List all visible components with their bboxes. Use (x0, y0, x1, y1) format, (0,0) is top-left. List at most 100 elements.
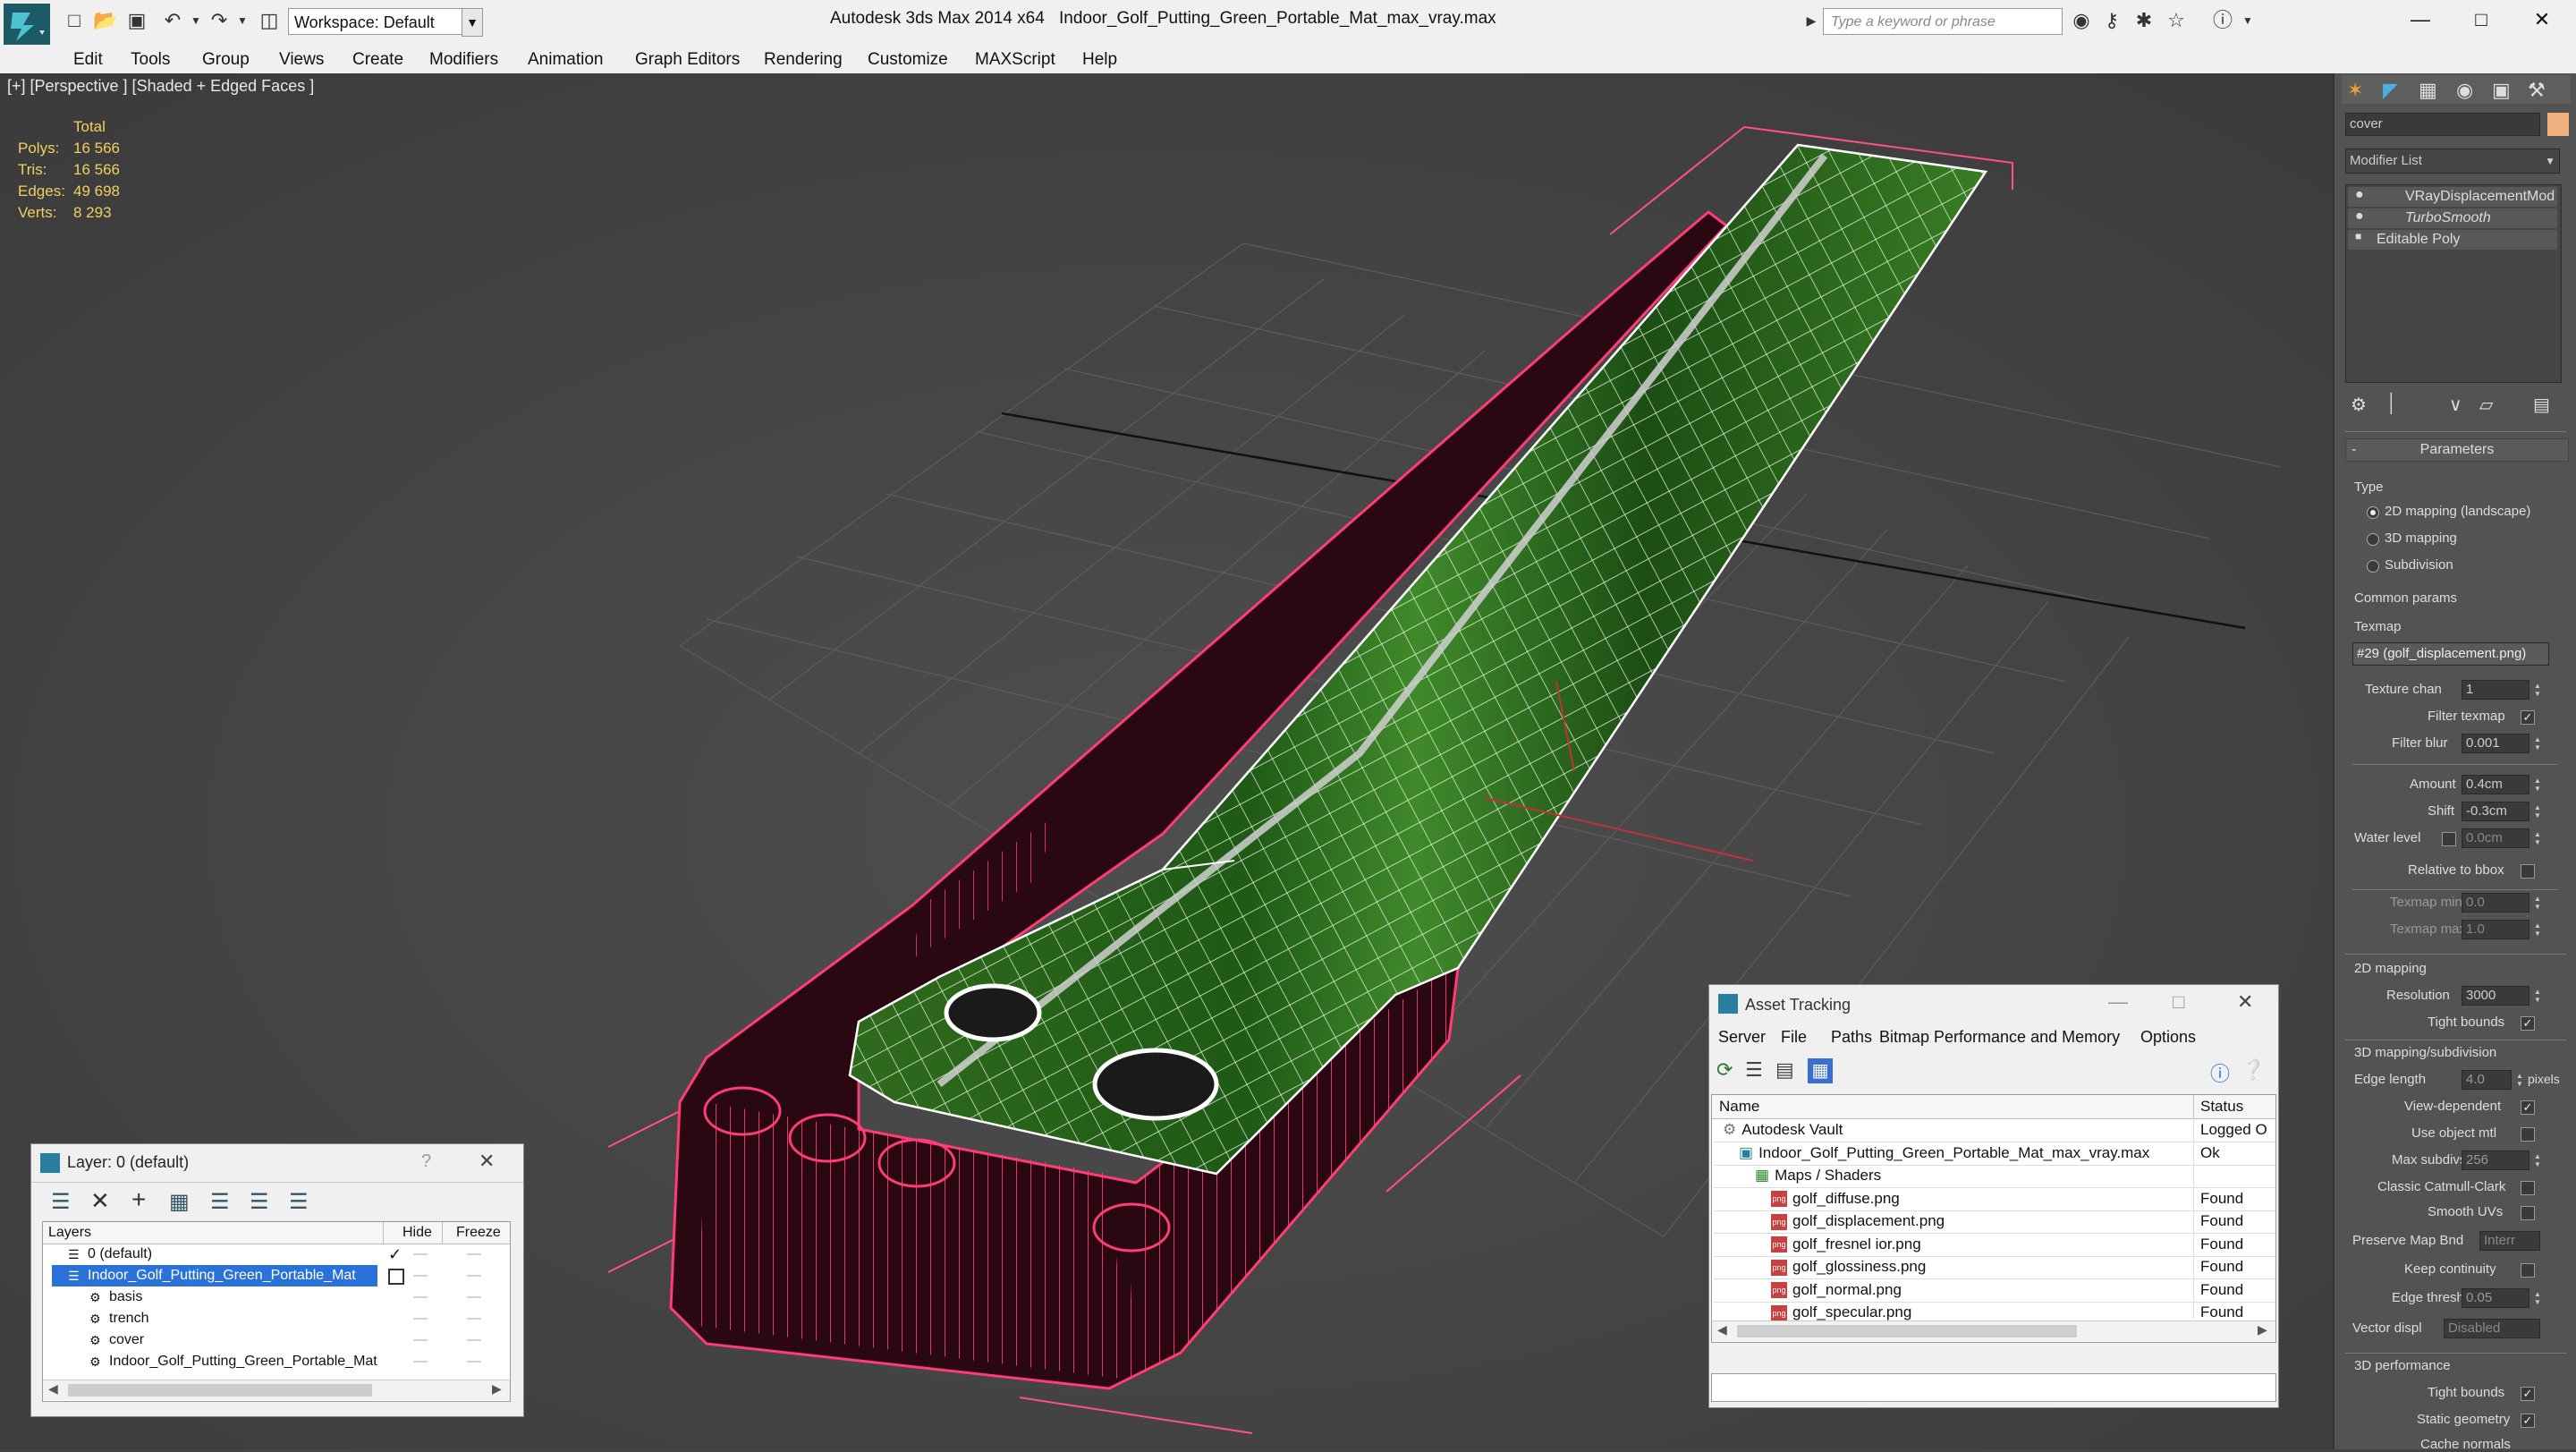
menu-tools[interactable]: Tools (131, 50, 170, 70)
menu-maxscript[interactable]: MAXScript (975, 50, 1055, 70)
preserve-map-dropdown[interactable]: Interr (2479, 1231, 2540, 1251)
menu-file[interactable]: File (1781, 1028, 1807, 1047)
freeze-toggle[interactable]: — (467, 1265, 481, 1286)
tight-bounds-checkbox[interactable]: ✓ (2521, 1016, 2535, 1031)
freeze-toggle[interactable]: — (467, 1351, 481, 1372)
stack-item-editable-poly[interactable]: ■ Editable Poly (2348, 230, 2557, 250)
texture-chan-field[interactable]: 1 (2462, 680, 2529, 700)
modifier-list-dropdown[interactable]: Modifier List ▼ (2345, 149, 2560, 174)
smooth-uvs-checkbox[interactable] (2521, 1206, 2535, 1220)
hide-toggle[interactable]: — (413, 1308, 428, 1329)
object-color-swatch[interactable] (2547, 113, 2569, 136)
key-icon[interactable]: ⚷ (2100, 9, 2123, 32)
edge-length-field[interactable]: 4.0 (2462, 1070, 2512, 1090)
scroll-right-icon[interactable]: ▶ (492, 1381, 502, 1397)
relative-bbox-checkbox[interactable] (2521, 864, 2535, 879)
close-icon[interactable]: ✕ (479, 1150, 495, 1173)
spinner-icon[interactable]: ▲ ▼ (2515, 1072, 2524, 1088)
menu-graph-editors[interactable]: Graph Editors (635, 50, 740, 70)
texmap-button[interactable]: #29 (golf_displacement.png) (2352, 642, 2549, 666)
minimize-button[interactable]: — (2108, 990, 2128, 1014)
shift-field[interactable]: -0.3cm (2462, 802, 2529, 821)
asset-row[interactable]: ▦ Maps / Shaders (1714, 1164, 2275, 1188)
amount-field[interactable]: 0.4cm (2462, 775, 2529, 794)
undo-icon[interactable]: ↶ (161, 9, 184, 32)
favorites-star-icon[interactable]: ☆ (2165, 9, 2188, 32)
hierarchy-tab-icon[interactable]: ▦ (2419, 79, 2437, 102)
spinner-icon[interactable]: ▲ ▼ (2533, 830, 2542, 846)
undo-dropdown-icon[interactable]: ▼ (184, 9, 208, 32)
lightbulb-icon[interactable]: ● (2355, 187, 2364, 203)
maximize-button[interactable]: □ (2173, 990, 2184, 1014)
column-header[interactable]: Name (1719, 1095, 1759, 1118)
stack-item-vraydisplacement[interactable]: ● VRayDisplacementMod (2348, 187, 2557, 207)
search-input[interactable]: Type a keyword or phrase (1823, 8, 2063, 35)
motion-tab-icon[interactable]: ◉ (2456, 79, 2473, 102)
pin-stack-icon[interactable]: ⚙ (2351, 394, 2367, 416)
filter-texmap-checkbox[interactable]: ✓ (2521, 710, 2535, 725)
hide-all-icon[interactable]: ☰ (250, 1189, 269, 1215)
search-expand-icon[interactable]: ▶ (1800, 9, 1823, 32)
texmap-min-field[interactable]: 0.0 (2462, 893, 2529, 913)
freeze-toggle[interactable]: — (467, 1244, 481, 1265)
resolution-field[interactable]: 3000 (2462, 986, 2529, 1006)
list-view-icon[interactable]: ☰ (1745, 1058, 1763, 1082)
scroll-left-icon[interactable]: ◀ (48, 1381, 58, 1397)
freeze-toggle[interactable]: — (467, 1329, 481, 1351)
create-tab-icon[interactable]: ✶ (2347, 79, 2363, 102)
remove-modifier-icon[interactable]: ▱ (2479, 394, 2493, 416)
spinner-icon[interactable]: ▲ ▼ (2533, 777, 2542, 793)
radio-3d-mapping[interactable] (2367, 533, 2379, 546)
filter-blur-field[interactable]: 0.001 (2462, 734, 2529, 753)
hide-toggle[interactable]: — (413, 1351, 428, 1372)
column-header[interactable]: Freeze (456, 1222, 501, 1244)
layer-row-selected[interactable]: ☰ Indoor_Golf_Putting_Green_Portable_Mat… (43, 1265, 510, 1286)
menu-bitmap-performance[interactable]: Bitmap Performance and Memory (1879, 1028, 2120, 1047)
table-view-icon[interactable]: ▦ (1808, 1058, 1833, 1083)
hide-toggle[interactable]: — (413, 1286, 428, 1308)
layer-object-row[interactable]: ⚙ cover — — (43, 1329, 510, 1351)
save-icon[interactable]: ▣ (125, 9, 148, 32)
scroll-left-icon[interactable]: ◀ (1717, 1322, 1727, 1337)
communication-center-icon[interactable]: ✱ (2132, 9, 2156, 32)
layer-row[interactable]: ☰ 0 (default) ✓ — — (43, 1244, 510, 1265)
display-tab-icon[interactable]: ▣ (2492, 79, 2511, 102)
parameters-rollout-header[interactable]: - Parameters (2345, 438, 2569, 462)
layer-object-row[interactable]: ⚙ Indoor_Golf_Putting_Green_Portable_Mat… (43, 1351, 510, 1372)
menu-rendering[interactable]: Rendering (764, 50, 843, 70)
menu-edit[interactable]: Edit (73, 50, 103, 70)
lightbulb-icon[interactable]: ● (2355, 208, 2364, 225)
open-file-icon[interactable]: 📂 (93, 9, 117, 32)
asset-row[interactable]: png golf_glossiness.png Found (1714, 1255, 2275, 1279)
3dsmax-logo-icon[interactable] (4, 4, 50, 50)
delete-layer-icon[interactable]: ✕ (90, 1187, 110, 1215)
menu-help[interactable]: Help (1082, 50, 1117, 70)
new-file-icon[interactable]: □ (63, 9, 86, 32)
spinner-icon[interactable]: ▲ ▼ (2533, 988, 2542, 1004)
binoculars-icon[interactable]: ◉ (2070, 9, 2093, 32)
asset-row[interactable]: png golf_normal.png Found (1714, 1278, 2275, 1303)
use-object-mtl-checkbox[interactable] (2521, 1127, 2535, 1142)
menu-server[interactable]: Server (1718, 1028, 1766, 1047)
spinner-icon[interactable]: ▲ ▼ (2533, 735, 2542, 751)
stack-item-turbosmooth[interactable]: ● TurboSmooth (2348, 208, 2557, 228)
highlight-layer-icon[interactable]: ☰ (210, 1189, 230, 1215)
max-subdivs-field[interactable]: 256 (2462, 1151, 2529, 1170)
asset-row[interactable]: png golf_diffuse.png Found (1714, 1187, 2275, 1211)
expand-icon[interactable]: ■ (2355, 230, 2361, 242)
edge-thresh-field[interactable]: 0.05 (2462, 1288, 2529, 1308)
horizontal-scrollbar[interactable]: ◀ ▶ (43, 1380, 510, 1400)
modify-tab-icon[interactable]: ◤ (2383, 79, 2398, 102)
active-layer-box-icon[interactable] (388, 1269, 404, 1285)
column-header[interactable]: Layers (48, 1222, 91, 1244)
spinner-icon[interactable]: ▲ ▼ (2533, 803, 2542, 819)
help-icon[interactable]: ⓘ (2211, 9, 2234, 32)
close-button[interactable]: ✕ (2237, 990, 2253, 1014)
static-geometry-checkbox[interactable]: ✓ (2521, 1414, 2535, 1428)
workspace-dropdown[interactable]: Workspace: Default (288, 8, 481, 35)
spinner-icon[interactable]: ▲ ▼ (2533, 895, 2542, 911)
asset-row[interactable]: ▣ Indoor_Golf_Putting_Green_Portable_Mat_… (1714, 1142, 2275, 1166)
show-end-result-icon[interactable]: │ (2386, 394, 2398, 414)
help-pointer-icon[interactable]: ❔ (2241, 1058, 2265, 1082)
hide-toggle[interactable]: — (413, 1244, 428, 1265)
